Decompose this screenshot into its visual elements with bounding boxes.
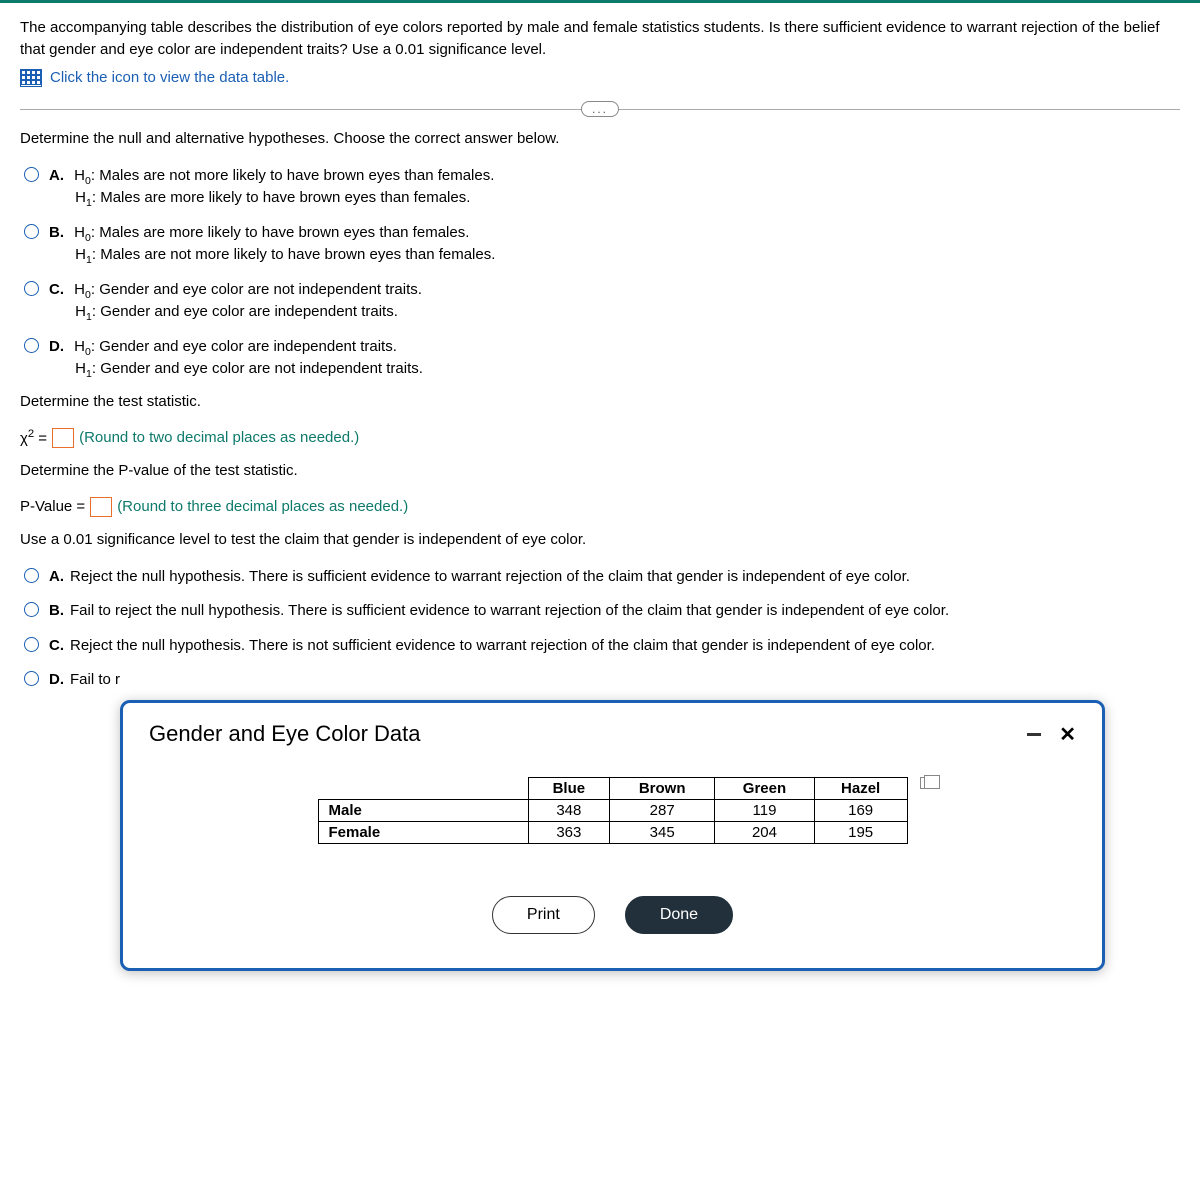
test-stat-label: Determine the test statistic. (20, 393, 1180, 410)
option-letter: B. (49, 224, 64, 241)
radio-icon[interactable] (24, 281, 39, 296)
col-green: Green (715, 778, 815, 800)
expand-pill[interactable]: ... (581, 101, 619, 117)
chi-square-input[interactable] (52, 428, 74, 448)
chi-square-hint: (Round to two decimal places as needed.) (79, 429, 359, 446)
section-divider: ... (20, 109, 1180, 110)
q1-option-B[interactable]: B. H0: Males are more likely to have bro… (24, 222, 1180, 267)
problem-statement: The accompanying table describes the dis… (20, 17, 1180, 61)
print-button[interactable]: Print (492, 896, 595, 934)
q2-prompt: Use a 0.01 significance level to test th… (20, 531, 1180, 548)
col-blue: Blue (528, 778, 610, 800)
q2-option-B[interactable]: B.Fail to reject the null hypothesis. Th… (24, 600, 1180, 623)
radio-icon[interactable] (24, 568, 39, 583)
q2-option-C[interactable]: C.Reject the null hypothesis. There is n… (24, 635, 1180, 658)
option-letter: C. (49, 281, 64, 298)
radio-icon[interactable] (24, 224, 39, 239)
q1-option-D[interactable]: D. H0: Gender and eye color are independ… (24, 336, 1180, 381)
table-row: Female 363 345 204 195 (318, 822, 907, 844)
radio-icon[interactable] (24, 338, 39, 353)
col-brown: Brown (610, 778, 715, 800)
radio-icon[interactable] (24, 167, 39, 182)
col-hazel: Hazel (814, 778, 907, 800)
q2-option-D[interactable]: D.Fail to r (24, 669, 1180, 692)
minimize-icon[interactable] (1027, 733, 1041, 736)
copy-icon[interactable] (920, 777, 934, 789)
option-letter: A. (49, 167, 64, 184)
eye-color-table: Blue Brown Green Hazel Male 348 287 119 … (318, 777, 908, 844)
pvalue-input[interactable] (90, 497, 112, 517)
modal-title: Gender and Eye Color Data (149, 721, 421, 747)
q1-prompt: Determine the null and alternative hypot… (20, 130, 1180, 147)
close-icon[interactable]: ✕ (1059, 722, 1076, 747)
chi-square-row: χ2 = (Round to two decimal places as nee… (20, 428, 1180, 448)
q1-option-A[interactable]: A. H0: Males are not more likely to have… (24, 165, 1180, 210)
table-icon (20, 69, 42, 87)
data-table-modal: Gender and Eye Color Data ✕ Blue Brown G… (120, 700, 1105, 971)
radio-icon[interactable] (24, 637, 39, 652)
pvalue-row: P-Value = (Round to three decimal places… (20, 497, 1180, 517)
q1-option-C[interactable]: C. H0: Gender and eye color are not inde… (24, 279, 1180, 324)
radio-icon[interactable] (24, 671, 39, 686)
option-letter: D. (49, 338, 64, 355)
q2-option-A[interactable]: A.Reject the null hypothesis. There is s… (24, 566, 1180, 589)
pvalue-label: Determine the P-value of the test statis… (20, 462, 1180, 479)
pvalue-hint: (Round to three decimal places as needed… (117, 498, 408, 515)
view-table-label: Click the icon to view the data table. (50, 69, 289, 86)
radio-icon[interactable] (24, 602, 39, 617)
view-table-link[interactable]: Click the icon to view the data table. (20, 69, 1180, 87)
table-row: Male 348 287 119 169 (318, 800, 907, 822)
done-button[interactable]: Done (625, 896, 733, 934)
